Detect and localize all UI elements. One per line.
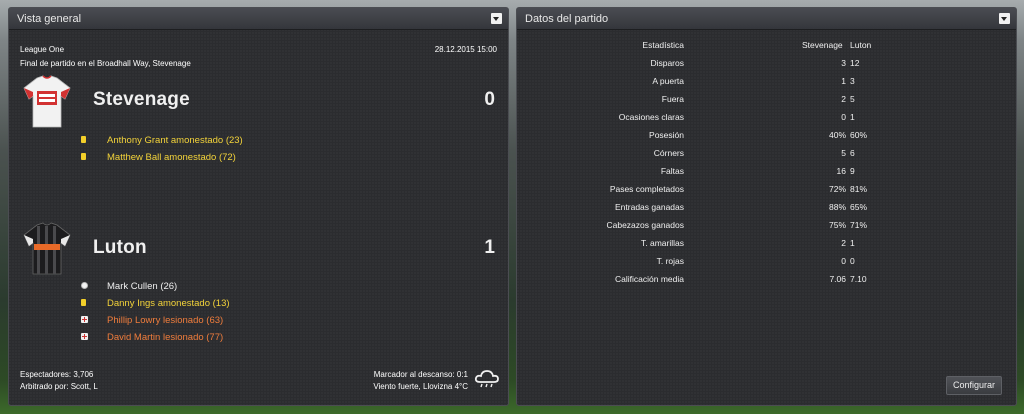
stat-home-value: 16 (836, 166, 846, 176)
away-event-4[interactable]: David Martin lesionado (77) (81, 332, 223, 343)
stat-away-value: 0 (850, 256, 855, 266)
stat-row: A puerta 1 3 (517, 76, 1018, 90)
chevron-down-icon (1001, 17, 1007, 21)
stat-away-value: 6 (850, 148, 855, 158)
red-white-shirt-icon (23, 75, 71, 128)
stat-away-value: 9 (850, 166, 855, 176)
event-text: Danny Ings amonestado (13) (107, 298, 230, 309)
stats-panel: Datos del partido Estadística Stevenage … (516, 7, 1017, 406)
ball-icon (81, 282, 88, 289)
weather-text: Viento fuerte, Llovizna 4°C (373, 382, 468, 391)
stat-label: A puerta (652, 76, 684, 86)
stats-title: Datos del partido (525, 13, 609, 25)
stat-home-value: 75% (828, 220, 846, 230)
stat-row: Disparos 3 12 (517, 58, 1018, 72)
stat-home-value: 5 (841, 148, 846, 158)
stat-away-value: 60% (850, 130, 868, 140)
stats-menu-button[interactable] (999, 13, 1010, 24)
overview-title: Vista general (17, 13, 82, 25)
stat-away-value: 71% (850, 220, 868, 230)
stat-row: Ocasiones claras 0 1 (517, 112, 1018, 126)
stat-home-value: 0 (841, 112, 846, 122)
stat-away-value: 5 (850, 94, 855, 104)
stat-row: Entradas ganadas 88% 65% (517, 202, 1018, 216)
stat-away-value: 3 (850, 76, 855, 86)
event-text: Phillip Lowry lesionado (63) (107, 315, 224, 326)
stat-row: Cabezazos ganados 75% 71% (517, 220, 1018, 234)
injury-icon (81, 333, 88, 340)
referee: Arbitrado por: Scott, L (20, 382, 98, 391)
stat-header-label: Estadística (642, 40, 684, 50)
stat-label: Faltas (660, 166, 684, 176)
stat-away-value: 81% (850, 184, 868, 194)
away-team-name[interactable]: Luton (93, 237, 147, 259)
venue-line: Final de partido en el Broadhall Way, St… (20, 59, 191, 68)
injury-icon (81, 316, 88, 323)
rain-cloud-icon (474, 370, 499, 388)
stat-label: Entradas ganadas (615, 202, 684, 212)
stat-home-value: 3 (841, 58, 846, 68)
stat-home-value: 1 (841, 76, 846, 86)
competition-label: League One (20, 45, 65, 54)
black-striped-shirt-icon (23, 222, 71, 275)
configure-button[interactable]: Configurar (946, 376, 1002, 395)
stat-label: Ocasiones claras (618, 112, 684, 122)
yellow-card-icon (81, 136, 86, 143)
stat-label: Disparos (650, 58, 684, 68)
match-datetime: 28.12.2015 15:00 (434, 45, 497, 54)
stat-away-value: 7.10 (850, 274, 867, 284)
stat-away-value: 65% (850, 202, 868, 212)
stat-label: T. rojas (656, 256, 684, 266)
overview-header: Vista general (9, 8, 508, 30)
stat-label: Córners (653, 148, 684, 158)
stat-home-value: 2 (841, 94, 846, 104)
stat-row: Fuera 2 5 (517, 94, 1018, 108)
stat-home-value: 0 (841, 256, 846, 266)
stat-home-value: 7.06 (829, 274, 846, 284)
event-text: Anthony Grant amonestado (23) (107, 135, 243, 146)
overview-panel: Vista general League One 28.12.2015 15:0… (8, 7, 509, 406)
stat-home-value: 40% (828, 130, 846, 140)
stats-header: Datos del partido (517, 8, 1016, 30)
stat-row: Calificación media 7.06 7.10 (517, 274, 1018, 288)
stat-row: Pases completados 72% 81% (517, 184, 1018, 198)
chevron-down-icon (493, 17, 499, 21)
halftime-score: Marcador al descanso: 0:1 (373, 370, 468, 379)
stat-row: Posesión 40% 60% (517, 130, 1018, 144)
stat-home-value: 88% (828, 202, 846, 212)
home-score: 0 (484, 89, 495, 110)
stat-home-value: 72% (828, 184, 846, 194)
yellow-card-icon (81, 299, 86, 306)
stats-column-header: Estadística Stevenage Luton (517, 40, 1018, 54)
stat-header-away: Luton (850, 40, 872, 50)
stat-row: T. rojas 0 0 (517, 256, 1018, 270)
event-text: Matthew Ball amonestado (72) (107, 152, 236, 163)
stat-label: Cabezazos ganados (606, 220, 684, 230)
yellow-card-icon (81, 153, 86, 160)
stat-home-value: 2 (841, 238, 846, 248)
event-text: Mark Cullen (26) (107, 281, 178, 292)
overview-menu-button[interactable] (491, 13, 502, 24)
stat-away-value: 1 (850, 238, 855, 248)
stat-row: Faltas 16 9 (517, 166, 1018, 180)
event-text: David Martin lesionado (77) (107, 332, 224, 343)
stat-label: Calificación media (615, 274, 684, 284)
stat-away-value: 1 (850, 112, 855, 122)
away-score: 1 (484, 237, 495, 258)
stat-label: Pases completados (609, 184, 684, 194)
away-event-3[interactable]: Phillip Lowry lesionado (63) (81, 315, 223, 326)
stat-label: Fuera (661, 94, 684, 104)
home-team-name[interactable]: Stevenage (93, 89, 190, 111)
stat-label: T. amarillas (641, 238, 684, 248)
attendance: Espectadores: 3,706 (20, 370, 94, 379)
stat-away-value: 12 (850, 58, 860, 68)
stat-row: Córners 5 6 (517, 148, 1018, 162)
stat-header-home: Stevenage (802, 40, 843, 50)
stat-row: T. amarillas 2 1 (517, 238, 1018, 252)
stat-label: Posesión (649, 130, 684, 140)
